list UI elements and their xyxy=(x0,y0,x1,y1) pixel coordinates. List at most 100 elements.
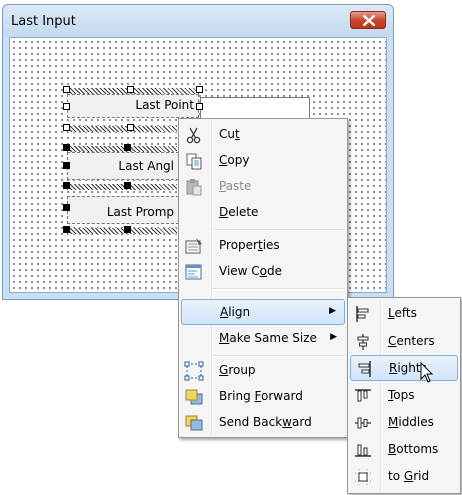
menu-item-bring-forward[interactable]: Bring Forward xyxy=(181,384,345,410)
menu-item-label: Paste xyxy=(219,179,252,193)
label-control[interactable]: Last Angl xyxy=(67,152,179,180)
resize-handle[interactable] xyxy=(63,103,70,110)
label-text: Last Point xyxy=(135,98,194,112)
scissors-icon xyxy=(184,125,204,145)
align-to-grid-icon xyxy=(353,467,373,487)
resize-handle[interactable] xyxy=(63,124,70,131)
label-control[interactable]: Last Promp xyxy=(67,196,179,224)
close-button[interactable] xyxy=(350,11,386,29)
menu-item-label: Copy xyxy=(219,153,250,167)
align-tops-icon xyxy=(353,386,373,406)
access-key: M xyxy=(388,415,399,429)
menu-item-label: Cut xyxy=(219,127,240,141)
access-key: F xyxy=(254,389,262,403)
title-bar[interactable]: Last Input xyxy=(3,5,393,37)
access-key: R xyxy=(389,361,398,375)
menu-item-view-code[interactable]: View Code xyxy=(181,259,345,285)
menu-item-paste[interactable]: Paste xyxy=(181,174,345,200)
submenu-item-middles[interactable]: Middles xyxy=(350,410,458,436)
access-key: t xyxy=(257,238,263,252)
menu-item-label: Bring Forward xyxy=(219,389,303,403)
submenu-item-tops[interactable]: Tops xyxy=(350,383,458,409)
submenu-item-rights[interactable]: Rights xyxy=(350,355,458,381)
submenu-arrow-icon: ▶ xyxy=(329,306,336,316)
submenu-item-bottoms[interactable]: Bottoms xyxy=(350,437,458,463)
access-key: D xyxy=(219,205,229,219)
menu-item-properties[interactable]: Properties xyxy=(181,233,345,259)
send-backward-icon xyxy=(184,413,204,433)
menu-separator xyxy=(213,355,345,357)
resize-handle[interactable] xyxy=(63,182,70,189)
view-code-icon xyxy=(184,262,204,282)
access-key: P xyxy=(219,179,226,193)
submenu-item-centers[interactable]: Centers xyxy=(350,329,458,355)
access-key: L xyxy=(388,306,395,320)
align-rights-icon xyxy=(354,359,374,379)
menu-item-align[interactable]: Align ▶ xyxy=(181,299,345,325)
selection-hatch xyxy=(67,184,177,190)
menu-item-label: Group xyxy=(219,363,256,377)
menu-item-group[interactable]: Group xyxy=(181,358,345,384)
resize-handle[interactable] xyxy=(63,144,70,151)
menu-item-copy[interactable]: Copy xyxy=(181,148,345,174)
menu-item-make-same-size[interactable]: Make Same Size ▶ xyxy=(181,326,345,352)
menu-item-send-backward[interactable]: Send Backward xyxy=(181,410,345,436)
align-centers-icon xyxy=(353,332,373,352)
resize-handle[interactable] xyxy=(196,86,203,93)
label-control[interactable]: Last Point xyxy=(67,94,199,118)
menu-item-label: to Grid xyxy=(388,469,430,483)
mouse-pointer-icon xyxy=(420,361,434,387)
align-middles-icon xyxy=(353,413,373,433)
access-key: w xyxy=(282,415,292,429)
context-menu: Cut Copy Paste Delete Properties View Co… xyxy=(178,118,348,438)
menu-item-delete[interactable]: Delete xyxy=(181,200,345,226)
access-key: T xyxy=(388,388,394,402)
paste-icon xyxy=(184,177,204,197)
resize-handle[interactable] xyxy=(124,226,131,233)
menu-item-label: Tops xyxy=(388,388,415,402)
properties-icon xyxy=(184,236,204,256)
selection-hatch xyxy=(67,228,177,234)
menu-item-label: Middles xyxy=(388,415,434,429)
submenu-arrow-icon: ▶ xyxy=(330,332,337,342)
resize-handle[interactable] xyxy=(63,86,70,93)
menu-item-label: Lefts xyxy=(388,306,417,320)
align-bottoms-icon xyxy=(353,440,373,460)
access-key: B xyxy=(388,442,397,456)
menu-item-label: Delete xyxy=(219,205,259,219)
resize-handle[interactable] xyxy=(124,182,131,189)
label-text: Last Promp xyxy=(106,205,174,219)
group-icon xyxy=(184,361,204,381)
resize-handle[interactable] xyxy=(196,103,203,110)
resize-handle[interactable] xyxy=(127,124,134,131)
access-key: G xyxy=(403,469,414,483)
align-submenu: Lefts Centers Rights Tops Middles Bottom… xyxy=(347,297,461,494)
access-key: t xyxy=(234,127,240,141)
selection-hatch xyxy=(67,126,177,132)
access-key: G xyxy=(219,363,229,377)
align-lefts-icon xyxy=(353,304,373,324)
access-key: C xyxy=(219,153,228,167)
menu-separator xyxy=(213,229,345,231)
bring-forward-icon xyxy=(184,387,204,407)
access-key: o xyxy=(259,264,268,278)
menu-item-label: Bottoms xyxy=(388,442,439,456)
access-key: M xyxy=(219,331,230,345)
resize-handle[interactable] xyxy=(124,144,131,151)
window-title: Last Input xyxy=(11,14,76,29)
resize-handle[interactable] xyxy=(63,226,70,233)
resize-handle[interactable] xyxy=(63,204,70,211)
resize-handle[interactable] xyxy=(63,162,70,169)
menu-item-cut[interactable]: Cut xyxy=(181,122,345,148)
label-text: Last Angl xyxy=(118,159,174,173)
menu-item-label: Send Backward xyxy=(219,415,312,429)
menu-item-label: View Code xyxy=(219,264,283,278)
submenu-item-lefts[interactable]: Lefts xyxy=(350,301,458,327)
menu-item-label: Centers xyxy=(388,334,435,348)
submenu-item-to-grid[interactable]: to Grid xyxy=(350,464,458,490)
access-key: C xyxy=(388,334,397,348)
access-key: A xyxy=(220,305,229,319)
menu-item-label: Properties xyxy=(219,238,280,252)
resize-handle[interactable] xyxy=(127,86,134,93)
menu-item-label: Align xyxy=(220,305,251,319)
